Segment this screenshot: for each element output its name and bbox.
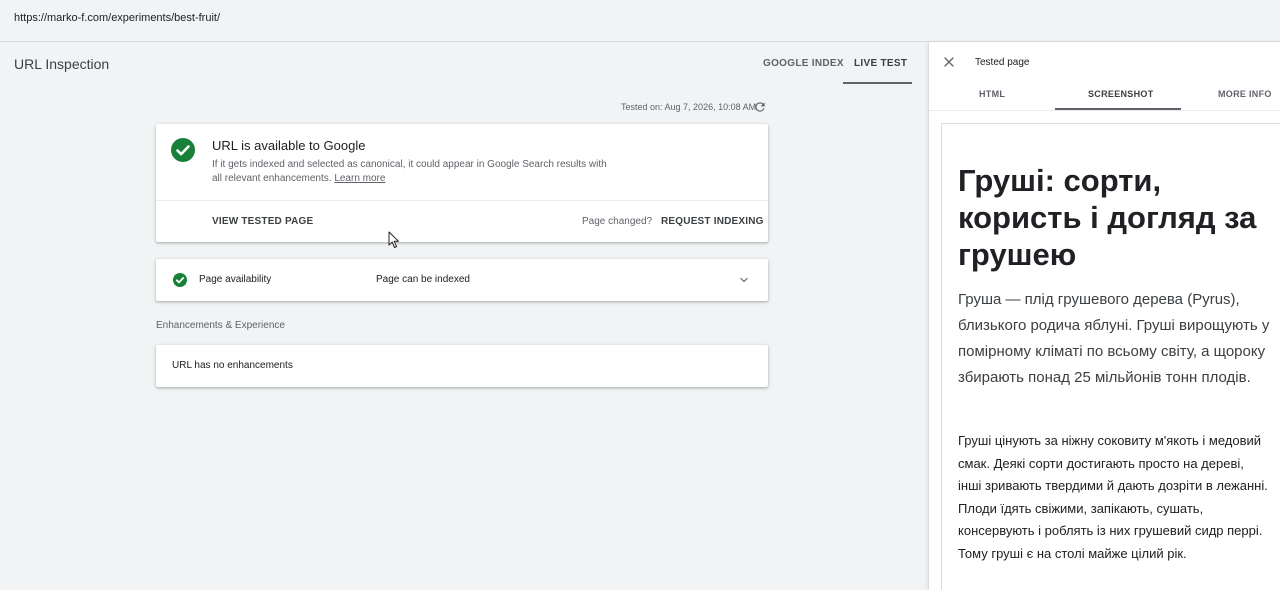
card-divider bbox=[156, 200, 768, 201]
page-title: URL Inspection bbox=[14, 56, 110, 72]
panel-tabs-divider bbox=[929, 110, 1280, 111]
tab-screenshot[interactable]: SCREENSHOT bbox=[1088, 89, 1154, 99]
page-changed-label: Page changed? bbox=[582, 216, 653, 227]
page-screenshot[interactable]: Груші: сорти, користь і догляд за грушею… bbox=[941, 123, 1280, 590]
availability-status-card: URL is available to Google If it gets in… bbox=[156, 124, 768, 242]
check-circle-icon bbox=[171, 138, 195, 162]
active-tab-indicator bbox=[843, 82, 912, 84]
browser-url-bar[interactable]: https://marko-f.com/experiments/best-fru… bbox=[0, 0, 1280, 42]
main-content: URL Inspection GOOGLE INDEX LIVE TEST Te… bbox=[0, 42, 928, 590]
enhancements-section-label: Enhancements & Experience bbox=[156, 320, 285, 331]
refresh-icon[interactable] bbox=[753, 100, 767, 114]
tab-google-index[interactable]: GOOGLE INDEX bbox=[763, 58, 844, 69]
mouse-pointer-icon bbox=[388, 231, 399, 248]
tested-on-timestamp: Tested on: Aug 7, 2026, 10:08 AM bbox=[621, 102, 757, 112]
tab-html[interactable]: HTML bbox=[979, 89, 1005, 99]
request-indexing-button[interactable]: REQUEST INDEXING bbox=[661, 216, 764, 227]
tested-page-panel: Tested page HTML SCREENSHOT MORE INFO Гр… bbox=[928, 42, 1280, 590]
screenshot-heading: Груші: сорти, користь і догляд за грушею bbox=[958, 163, 1257, 272]
status-description: If it gets indexed and selected as canon… bbox=[212, 158, 612, 186]
no-enhancements-text: URL has no enhancements bbox=[172, 360, 293, 371]
screenshot-lead-paragraph: Груша — плід грушевого дерева (Pyrus), б… bbox=[958, 291, 1270, 386]
page-availability-row[interactable]: Page availability Page can be indexed bbox=[156, 259, 768, 301]
page-availability-label: Page availability bbox=[199, 274, 272, 285]
browser-url[interactable]: https://marko-f.com/experiments/best-fru… bbox=[14, 12, 220, 24]
tab-live-test[interactable]: LIVE TEST bbox=[854, 58, 907, 69]
status-title: URL is available to Google bbox=[212, 138, 366, 153]
panel-title: Tested page bbox=[975, 57, 1030, 68]
tab-more-info[interactable]: MORE INFO bbox=[1218, 89, 1272, 99]
page-availability-value: Page can be indexed bbox=[376, 274, 470, 285]
status-description-text: If it gets indexed and selected as canon… bbox=[212, 159, 607, 184]
close-icon[interactable] bbox=[943, 56, 955, 68]
screenshot-body-paragraph: Груші цінують за ніжну соковиту м'якоть … bbox=[958, 433, 1268, 561]
view-tested-page-button[interactable]: VIEW TESTED PAGE bbox=[212, 216, 313, 227]
learn-more-link[interactable]: Learn more bbox=[334, 173, 385, 184]
chevron-down-icon[interactable] bbox=[738, 274, 750, 286]
check-circle-icon bbox=[173, 273, 187, 287]
enhancements-card: URL has no enhancements bbox=[156, 345, 768, 387]
